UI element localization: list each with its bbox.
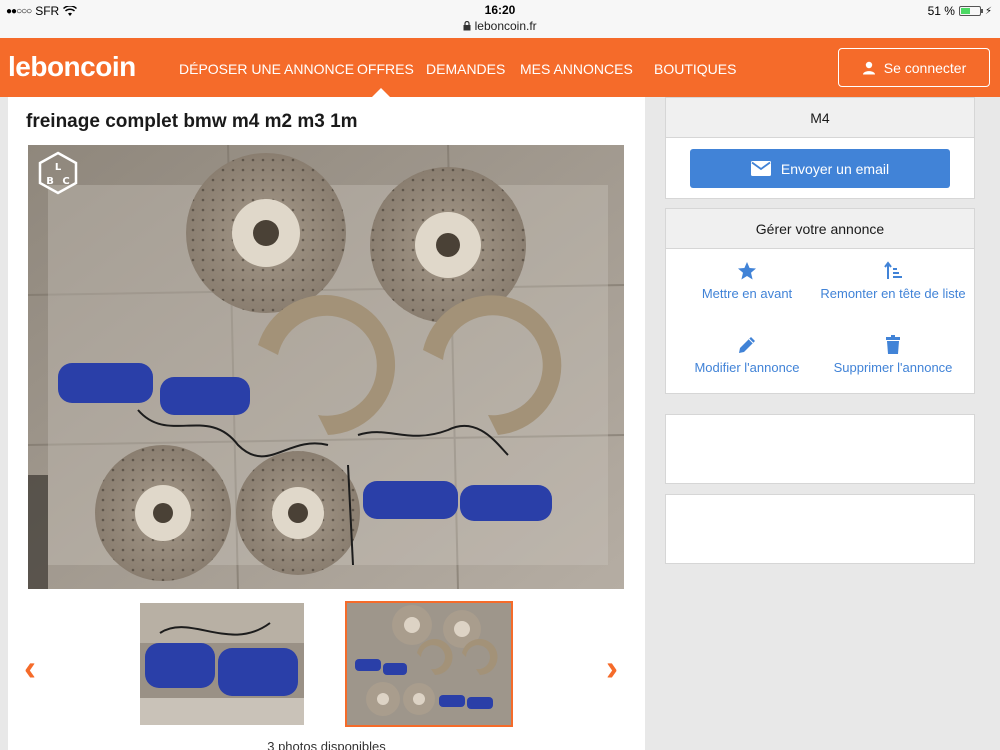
thumbnail-photo-1[interactable] <box>140 603 304 725</box>
nav-offres[interactable]: OFFRES <box>357 61 414 77</box>
ad-main-panel: freinage complet bmw m4 m2 m3 1m L B C ‹… <box>8 97 645 750</box>
url-text: leboncoin.fr <box>474 19 537 33</box>
login-label: Se connecter <box>883 59 967 76</box>
seller-contact-card: M4 Envoyer un email <box>665 97 975 199</box>
action-bump-ad[interactable]: Remonter en tête de liste <box>818 261 968 303</box>
nav-mes-annonces[interactable]: MES ANNONCES <box>520 61 633 77</box>
manage-ad-title: Gérer votre annonce <box>666 209 974 249</box>
star-icon <box>738 262 756 280</box>
pencil-icon <box>739 337 755 353</box>
action-bump-label: Remonter en tête de liste <box>820 286 966 301</box>
leboncoin-watermark-icon: L B C <box>38 151 78 195</box>
chevron-left-icon[interactable]: ‹ <box>24 650 36 686</box>
trash-icon <box>886 335 900 354</box>
brake-parts-photo <box>28 145 624 589</box>
photo-count-label: 3 photos disponibles <box>267 739 386 750</box>
empty-sidebar-block-1 <box>665 414 975 484</box>
sort-up-icon <box>884 261 902 279</box>
send-email-button[interactable]: Envoyer un email <box>690 149 950 188</box>
thumbnail-photo-2-selected[interactable] <box>345 601 513 727</box>
battery-indicator: 51 % ⚡ <box>928 4 992 18</box>
send-email-label: Envoyer un email <box>780 160 890 177</box>
empty-sidebar-block-2 <box>665 494 975 564</box>
watermark-letter-b: B <box>46 176 54 187</box>
nav-demandes[interactable]: DEMANDES <box>426 61 505 77</box>
ios-status-bar: ●●○○○ SFR 16:20 leboncoin.fr 51 % ⚡ <box>0 0 1000 38</box>
battery-icon <box>958 6 983 16</box>
login-button[interactable]: Se connecter <box>838 48 990 87</box>
ad-title: freinage complet bmw m4 m2 m3 1m <box>26 111 358 132</box>
action-boost-label: Mettre en avant <box>701 286 793 301</box>
main-navbar: leboncoin DÉPOSER UNE ANNONCE OFFRES DEM… <box>0 38 1000 97</box>
battery-percent: 51 % <box>927 4 955 18</box>
action-edit-label: Modifier l'annonce <box>694 360 800 375</box>
action-boost-ad[interactable]: Mettre en avant <box>672 261 822 303</box>
main-ad-photo[interactable]: L B C <box>28 145 624 589</box>
watermark-letter-c: C <box>62 176 69 187</box>
lock-icon <box>463 20 471 31</box>
chevron-right-icon[interactable]: › <box>606 650 618 686</box>
envelope-icon <box>750 161 771 176</box>
action-delete-label: Supprimer l'annonce <box>833 360 953 375</box>
nav-deposer-annonce[interactable]: DÉPOSER UNE ANNONCE <box>179 61 354 77</box>
all-parts-thumbnail <box>347 603 511 725</box>
user-icon <box>862 61 875 74</box>
calipers-thumbnail <box>140 603 304 725</box>
battery-level-fill <box>960 8 971 14</box>
address-bar[interactable]: leboncoin.fr <box>0 19 1000 33</box>
active-nav-indicator <box>372 88 390 97</box>
clock: 16:20 <box>484 3 516 17</box>
leboncoin-logo[interactable]: leboncoin <box>8 51 136 83</box>
action-edit-ad[interactable]: Modifier l'annonce <box>672 335 822 377</box>
manage-ad-card: Gérer votre annonce Mettre en avant Remo… <box>665 208 975 394</box>
action-delete-ad[interactable]: Supprimer l'annonce <box>818 335 968 377</box>
watermark-letter-l: L <box>55 162 62 173</box>
charging-icon: ⚡ <box>984 5 992 17</box>
nav-boutiques[interactable]: BOUTIQUES <box>654 61 736 77</box>
seller-name: M4 <box>666 98 974 138</box>
